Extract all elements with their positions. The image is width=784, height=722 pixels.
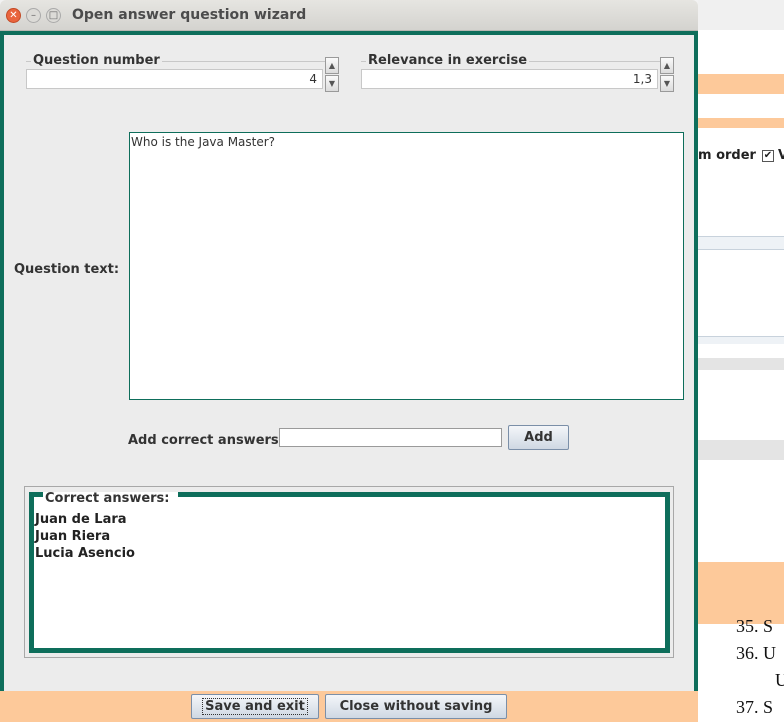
bg-order-label: m order [698,148,756,163]
bg-divider-2 [698,336,784,344]
spin-up-icon[interactable]: ▲ [325,57,339,74]
relevance-field[interactable]: 1,3 [361,69,658,89]
bg-divider-3 [698,358,784,370]
close-without-saving-button[interactable]: Close without saving [325,694,507,719]
bg-list-item: 36. U [736,643,776,663]
window-title: Open answer question wizard [72,7,307,23]
spin-up-icon[interactable]: ▲ [660,57,674,74]
save-button-label: Save and exit [202,698,308,715]
question-number-field[interactable]: 4 [26,69,323,89]
bg-titlebar [698,0,784,30]
question-text-label: Question text: [14,262,120,277]
bg-list-item: 37. S [736,697,774,717]
correct-answers-box: Correct answers: Juan de Lara Juan Riera… [29,492,670,653]
bg-divider [698,236,784,250]
bg-list-item: 35. S [736,616,774,636]
save-and-exit-button[interactable]: Save and exit [191,694,319,719]
bg-checkbox[interactable]: ✔ [762,150,774,162]
bg-divider-4 [698,440,784,460]
bg-checkbox-label: V [778,148,784,163]
question-number-label: Question number [31,53,162,68]
add-answer-input[interactable] [279,428,502,447]
relevance-label: Relevance in exercise [366,53,530,68]
dialog-content: Question number 4 ▲ ▼ Relevance in exerc… [0,31,698,691]
spin-down-icon[interactable]: ▼ [660,75,674,92]
add-answer-button[interactable]: Add [508,425,569,450]
bg-orange-strip [698,74,784,94]
background-window: m order ✔ V 35. S 36. U U 37. S [698,0,784,722]
footer-bar: Save and exit Close without saving [0,691,698,722]
relevance-group: Relevance in exercise 1,3 ▲ ▼ [361,53,674,97]
list-item[interactable]: Juan Riera [35,528,135,545]
close-window-icon[interactable]: ✕ [6,8,21,23]
question-text-area[interactable]: Who is the Java Master? [129,132,684,400]
bg-orange-strip-2 [698,118,784,128]
question-number-group: Question number 4 ▲ ▼ [26,53,339,97]
title-bar[interactable]: ✕ – □ Open answer question wizard [0,0,698,31]
bg-orange-block [698,562,784,624]
spin-down-icon[interactable]: ▼ [325,75,339,92]
wizard-dialog: ✕ – □ Open answer question wizard Questi… [0,0,698,722]
add-answer-label: Add correct answers [128,433,279,448]
bg-list-item: U [775,670,784,690]
correct-answers-panel: Correct answers: Juan de Lara Juan Riera… [24,486,674,658]
correct-answers-list: Juan de Lara Juan Riera Lucia Asencio [35,511,135,562]
minimize-window-icon[interactable]: – [26,8,41,23]
list-item[interactable]: Lucia Asencio [35,545,135,562]
correct-answers-label: Correct answers: [43,492,178,505]
list-item[interactable]: Juan de Lara [35,511,135,528]
maximize-window-icon[interactable]: □ [46,8,61,23]
